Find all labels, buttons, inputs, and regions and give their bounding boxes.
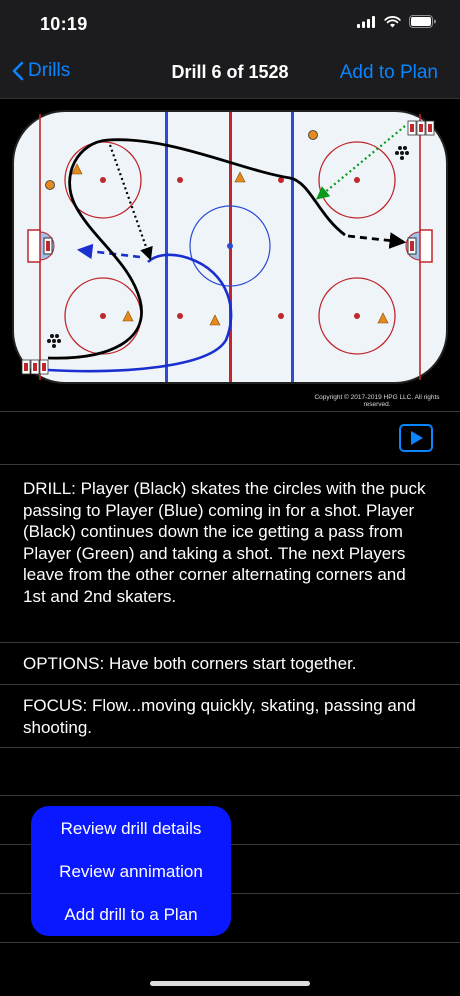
status-time: 10:19 — [40, 14, 88, 34]
home-indicator[interactable] — [150, 981, 310, 986]
divider — [0, 411, 460, 412]
divider — [0, 747, 460, 748]
add-to-plan-button[interactable]: Add to Plan — [340, 62, 438, 84]
divider — [0, 795, 460, 796]
drill-options: OPTIONS: Have both corners start togethe… — [23, 654, 357, 673]
drill-diagram — [0, 99, 460, 411]
add-drill-to-plan-button[interactable]: Add drill to a Plan — [31, 905, 231, 925]
play-animation-button[interactable] — [399, 424, 433, 452]
review-drill-details-button[interactable]: Review drill details — [31, 819, 231, 839]
chevron-left-icon — [12, 61, 24, 81]
status-icons — [357, 15, 436, 28]
copyright-text: Copyright © 2017-2019 HPG LLC. All right… — [314, 394, 440, 408]
hockey-rink-diagram — [12, 110, 448, 384]
review-animation-button[interactable]: Review annimation — [31, 862, 231, 882]
divider — [0, 464, 460, 465]
back-button[interactable]: Drills — [12, 60, 70, 82]
divider — [0, 642, 460, 643]
play-icon — [399, 424, 433, 452]
navigation-bar: Drills Drill 6 of 1528 Add to Plan — [0, 48, 460, 99]
drill-action-menu: Review drill details Review annimation A… — [31, 806, 231, 936]
signal-icon — [357, 15, 375, 28]
status-bar: 10:19 — [0, 0, 460, 48]
back-label: Drills — [28, 60, 71, 81]
divider — [0, 684, 460, 685]
wifi-icon — [384, 15, 401, 27]
drill-description: DRILL: Player (Black) skates the circles… — [23, 479, 426, 606]
battery-icon — [409, 15, 436, 28]
drill-focus: FOCUS: Flow...moving quickly, skating, p… — [23, 696, 416, 737]
divider — [0, 942, 460, 943]
